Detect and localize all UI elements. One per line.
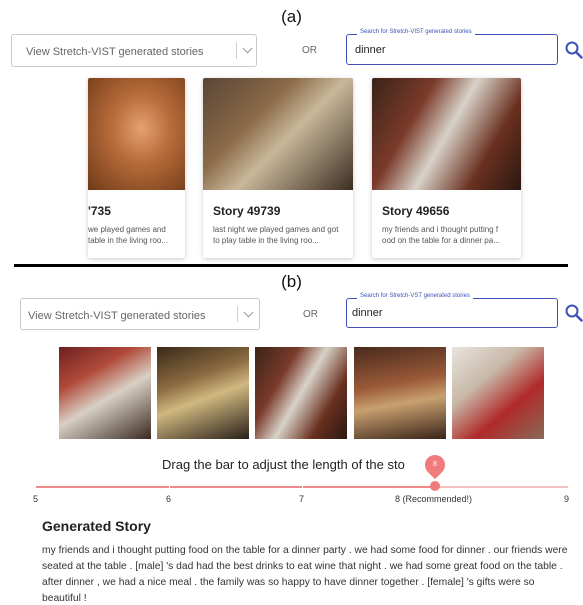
story-card[interactable]: Story 49739 last night we played games a… (203, 78, 353, 258)
slider-tick (169, 485, 170, 489)
slider-title: Drag the bar to adjust the length of the… (162, 457, 405, 472)
story-card-image (88, 78, 185, 190)
story-card[interactable]: '735 we played games and table in the li… (88, 78, 185, 258)
slider-value-label: 8 (433, 461, 437, 468)
generated-story-heading: Generated Story (42, 518, 151, 534)
search-input[interactable]: Search for Stretch-VST generated stories… (346, 293, 558, 328)
search-value: dinner (352, 307, 383, 319)
slider-tick-label: 6 (166, 494, 172, 504)
search-legend: Search for Stretch-VIST generated storie… (357, 29, 475, 35)
search-input[interactable]: Search for Stretch-VIST generated storie… (346, 29, 558, 65)
panel-a-label: (a) (281, 7, 302, 26)
story-card-description: my friends and i thought putting f ood o… (382, 225, 500, 245)
story-select-placeholder: View Stretch-VIST generated stories (26, 46, 204, 58)
select-separator (237, 306, 238, 322)
slider-tick-label: 8 (Recommended!) (395, 494, 473, 504)
or-label: OR (303, 309, 318, 320)
slider-tick (568, 485, 569, 489)
story-image (354, 347, 446, 439)
slider-fill (36, 486, 435, 488)
search-icon[interactable] (564, 40, 583, 60)
story-select[interactable]: View Stretch-VIST generated stories (11, 34, 257, 67)
story-card[interactable]: Story 49656 my friends and i thought put… (372, 78, 521, 258)
story-card-title: Story 49739 (213, 204, 281, 218)
story-image (59, 347, 151, 439)
story-card-description: we played games and table in the living … (88, 225, 169, 245)
story-image (157, 347, 249, 439)
slider-value-bubble: 8 (420, 450, 450, 480)
panel-b-label: (b) (281, 272, 302, 291)
chevron-down-icon (243, 307, 254, 318)
panel-divider (14, 264, 568, 267)
chevron-down-icon (242, 43, 253, 54)
search-value: dinner (355, 44, 386, 56)
story-select-placeholder: View Stretch-VIST generated stories (28, 310, 206, 322)
story-card-image (203, 78, 353, 190)
slider-handle[interactable] (430, 481, 440, 491)
story-image (452, 347, 544, 439)
slider-tick-label: 5 (33, 494, 39, 504)
story-image (255, 347, 347, 439)
story-card-description: last night we played games and got to pl… (213, 225, 339, 245)
story-select[interactable]: View Stretch-VIST generated stories (20, 298, 260, 330)
select-separator (236, 42, 237, 59)
story-card-image (372, 78, 521, 190)
or-label: OR (302, 45, 317, 56)
story-card-title: '735 (88, 204, 111, 218)
search-legend: Search for Stretch-VST generated stories (357, 293, 473, 299)
generated-story-text: my friends and i thought putting food on… (42, 545, 568, 604)
search-icon[interactable] (564, 303, 583, 323)
slider-tick-label: 7 (299, 494, 305, 504)
story-card-title: Story 49656 (382, 204, 450, 218)
slider-tick-label: 9 (564, 494, 570, 504)
slider-tick (302, 485, 303, 489)
